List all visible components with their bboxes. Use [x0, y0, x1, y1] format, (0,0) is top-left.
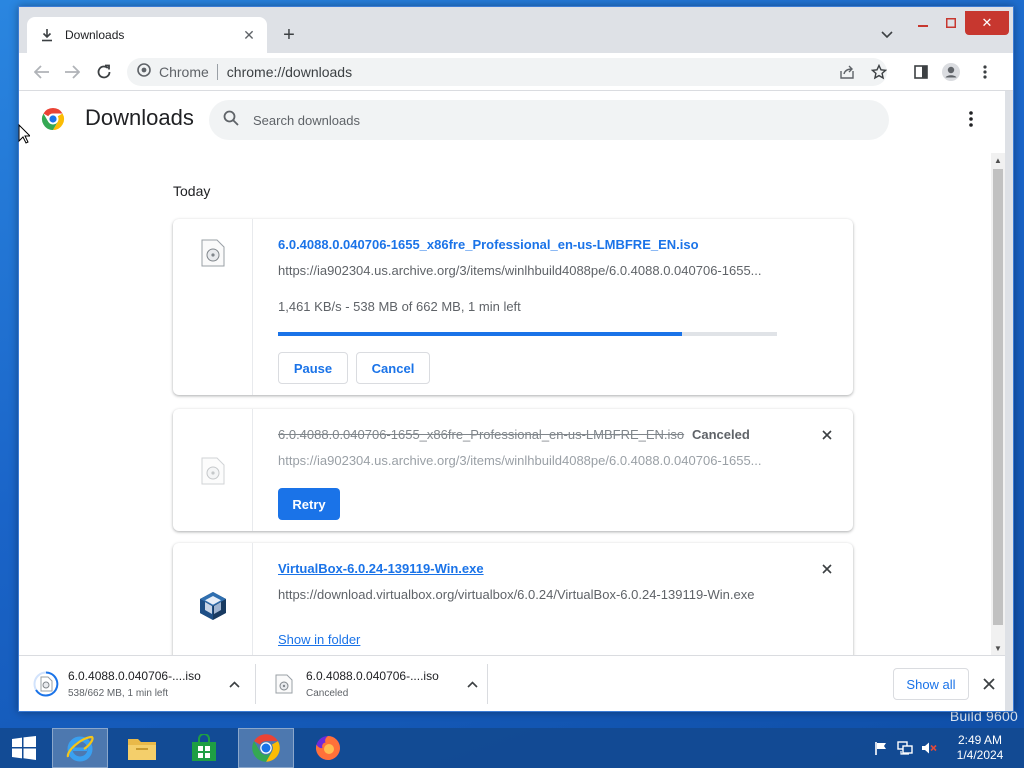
browser-toolbar: Chrome chrome://downloads [19, 53, 1013, 91]
tab-title: Downloads [65, 28, 125, 42]
back-arrow-icon[interactable] [31, 61, 53, 83]
disc-image-file-icon [201, 239, 225, 395]
chevron-up-icon[interactable] [224, 674, 244, 694]
new-tab-button[interactable]: + [277, 23, 301, 47]
tab-downloads[interactable]: Downloads ✕ [27, 17, 267, 53]
shelf-item-name: 6.0.4088.0.040706-....iso [306, 669, 439, 683]
shelf-divider [255, 664, 256, 704]
remove-item-close-icon[interactable] [817, 425, 837, 445]
file-explorer-taskbar-icon[interactable] [114, 728, 170, 768]
mouse-cursor-icon [18, 123, 32, 149]
omnibox-separator [216, 64, 218, 80]
download-item-completed: VirtualBox-6.0.24-139119-Win.exe https:/… [173, 543, 853, 655]
start-button[interactable] [0, 728, 48, 768]
download-source-url[interactable]: https://ia902304.us.archive.org/3/items/… [278, 453, 778, 468]
download-progress-bar [278, 332, 777, 336]
download-progress-fill [278, 332, 683, 336]
file-icon-column [173, 409, 253, 531]
search-downloads-box[interactable] [209, 100, 889, 140]
retry-button[interactable]: Retry [278, 488, 340, 520]
search-icon [223, 110, 239, 131]
download-shelf: 6.0.4088.0.040706-....iso 538/662 MB, 1 … [19, 655, 1005, 711]
file-icon-column [173, 543, 253, 655]
download-icon [39, 27, 55, 43]
download-filename-link[interactable]: 6.0.4088.0.040706-1655_x86fre_Profession… [278, 237, 699, 252]
date-section-label: Today [173, 183, 211, 199]
browser-menu-icon[interactable] [975, 62, 995, 82]
bookmark-star-icon[interactable] [869, 62, 889, 82]
page-scrollbar[interactable]: ▲ ▼ [991, 153, 1005, 655]
download-item-in-progress: 6.0.4088.0.040706-1655_x86fre_Profession… [173, 219, 853, 395]
forward-arrow-icon[interactable] [61, 61, 83, 83]
chevron-up-icon[interactable] [462, 674, 482, 694]
reload-icon[interactable] [93, 61, 115, 83]
clock-time: 2:49 AM [957, 733, 1003, 747]
maximize-button[interactable] [937, 11, 965, 35]
canceled-status-label: Canceled [692, 427, 750, 442]
share-icon[interactable] [837, 62, 857, 82]
pause-button[interactable]: Pause [278, 352, 348, 384]
shelf-item[interactable]: 6.0.4088.0.040706-....iso Canceled [257, 662, 482, 706]
system-clock[interactable]: 2:49 AM 1/4/2024 [944, 733, 1016, 763]
omnibox-url[interactable]: chrome://downloads [227, 64, 352, 80]
action-center-flag-icon[interactable] [872, 740, 890, 756]
title-bar: Downloads ✕ + ✕ [19, 7, 1013, 53]
clock-date: 1/4/2024 [956, 748, 1004, 762]
side-panel-icon[interactable] [911, 62, 931, 82]
download-filename-link[interactable]: VirtualBox-6.0.24-139119-Win.exe [278, 561, 484, 576]
omnibox-chrome-label: Chrome [159, 64, 209, 80]
chrome-site-icon [137, 62, 151, 82]
shelf-item[interactable]: 6.0.4088.0.040706-....iso 538/662 MB, 1 … [19, 662, 244, 706]
close-shelf-icon[interactable] [979, 674, 999, 694]
address-bar[interactable]: Chrome chrome://downloads [127, 58, 887, 86]
remove-item-close-icon[interactable] [817, 559, 837, 579]
search-downloads-input[interactable] [253, 112, 813, 128]
show-all-button[interactable]: Show all [893, 668, 969, 700]
scroll-down-arrow-icon[interactable]: ▼ [991, 641, 1005, 655]
shelf-divider [487, 664, 488, 704]
window-close-button[interactable]: ✕ [965, 11, 1009, 35]
file-icon-column [173, 219, 253, 395]
downloads-more-actions-icon[interactable] [961, 109, 981, 129]
scroll-up-arrow-icon[interactable]: ▲ [991, 153, 1005, 167]
cancel-button[interactable]: Cancel [356, 352, 430, 384]
volume-muted-icon[interactable] [920, 740, 938, 756]
shelf-item-status: 538/662 MB, 1 min left [68, 688, 169, 699]
internet-explorer-taskbar-icon[interactable] [52, 728, 108, 768]
virtualbox-app-icon [199, 591, 227, 655]
scroll-thumb[interactable] [993, 169, 1003, 625]
download-filename-canceled[interactable]: 6.0.4088.0.040706-1655_x86fre_Profession… [278, 427, 684, 442]
tab-close-icon[interactable]: ✕ [241, 27, 257, 43]
shelf-item-name: 6.0.4088.0.040706-....iso [68, 669, 201, 683]
page-title: Downloads [85, 105, 194, 130]
firefox-taskbar-icon[interactable] [300, 728, 356, 768]
downloads-page: Downloads Today 6.0.4088.0.040706-1655_x… [19, 91, 1005, 655]
chrome-taskbar-icon[interactable] [238, 728, 294, 768]
network-icon[interactable] [896, 740, 914, 756]
profile-avatar-icon[interactable] [941, 62, 961, 82]
download-source-url[interactable]: https://ia902304.us.archive.org/3/items/… [278, 263, 778, 278]
tab-search-chevron-icon[interactable] [877, 25, 897, 45]
page-header: Downloads [19, 91, 1005, 149]
download-source-url[interactable]: https://download.virtualbox.org/virtualb… [278, 587, 798, 602]
shelf-item-status: Canceled [306, 688, 349, 699]
download-progress-status: 1,461 KB/s - 538 MB of 662 MB, 1 min lef… [278, 299, 521, 314]
chrome-logo-icon [41, 107, 65, 131]
store-taskbar-icon[interactable] [176, 728, 232, 768]
taskbar: 2:49 AM 1/4/2024 [0, 728, 1024, 768]
browser-window: Downloads ✕ + ✕ Chrome chrome://download… [18, 6, 1014, 712]
in-progress-ring-icon [33, 671, 59, 697]
disc-image-file-icon [201, 457, 225, 531]
disc-image-file-icon [271, 671, 297, 697]
download-item-canceled: 6.0.4088.0.040706-1655_x86fre_Profession… [173, 409, 853, 531]
minimize-button[interactable] [909, 11, 937, 35]
show-in-folder-link[interactable]: Show in folder [278, 632, 360, 647]
